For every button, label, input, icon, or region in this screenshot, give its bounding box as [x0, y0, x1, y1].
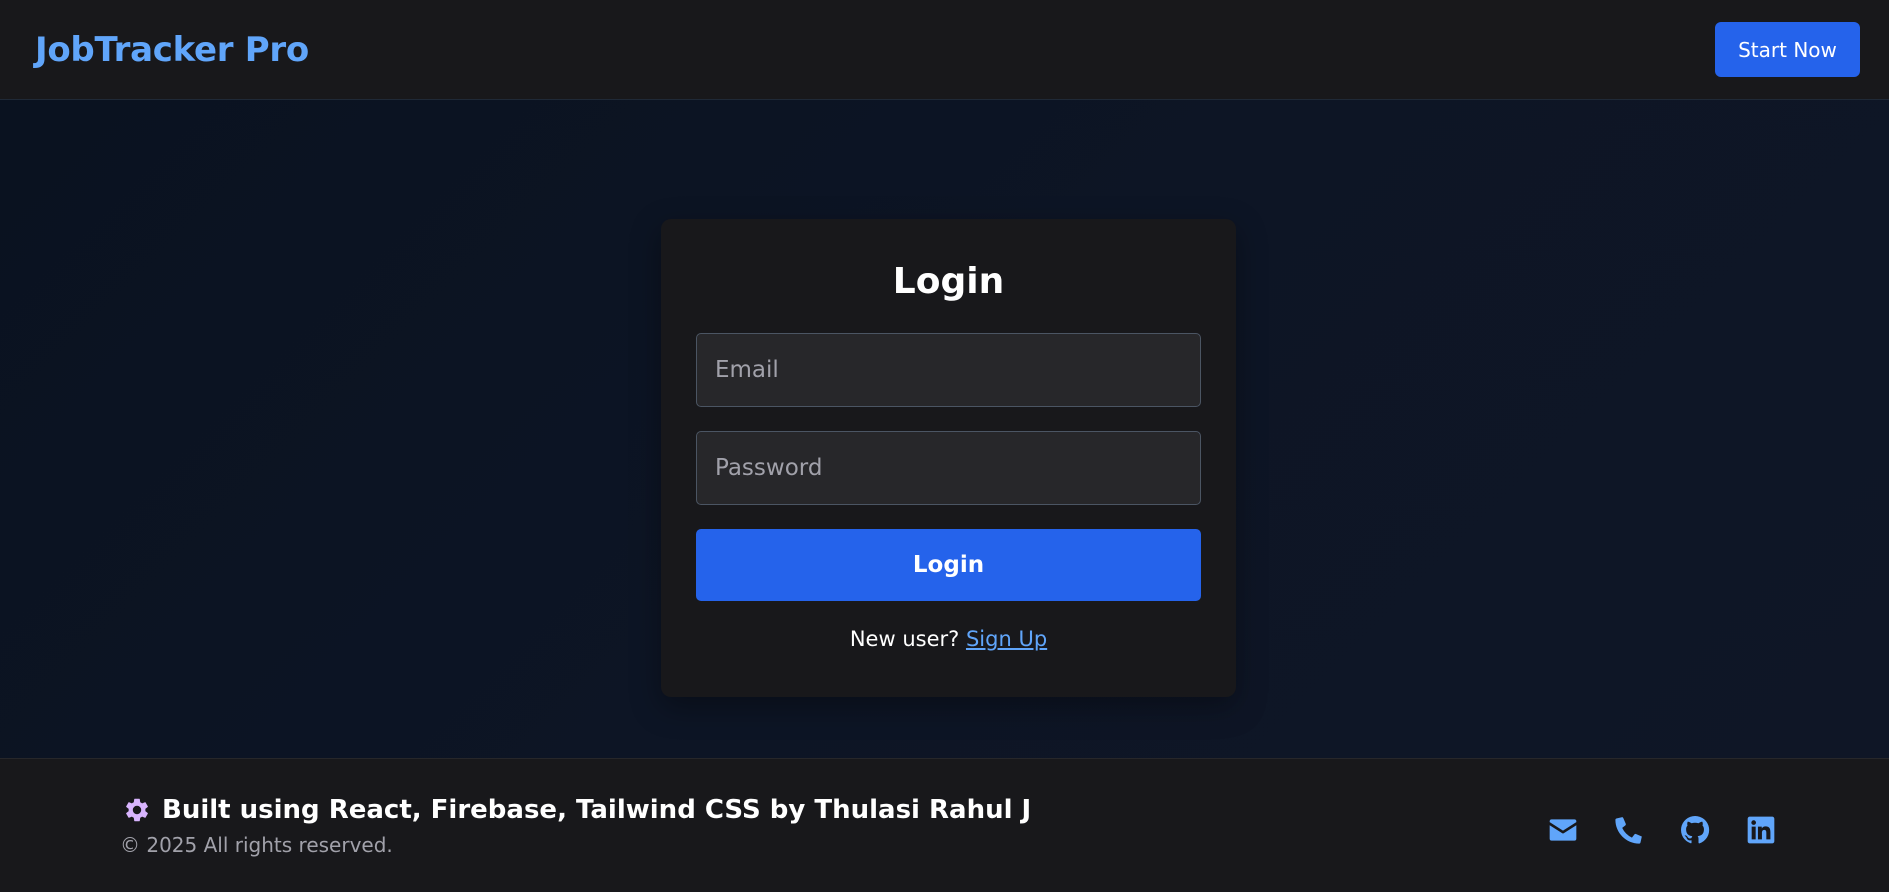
- footer-info: Built using React, Firebase, Tailwind CS…: [120, 795, 1031, 857]
- login-card: Login Login New user? Sign Up: [661, 219, 1236, 697]
- page: JobTracker Pro Start Now Login Login New…: [0, 0, 1889, 892]
- built-with-line: Built using React, Firebase, Tailwind CS…: [122, 795, 1031, 825]
- brand-logo[interactable]: JobTracker Pro: [35, 30, 309, 70]
- phone-icon[interactable]: [1613, 814, 1645, 846]
- github-icon[interactable]: [1679, 814, 1711, 846]
- password-field[interactable]: [696, 431, 1201, 505]
- envelope-icon[interactable]: [1547, 814, 1579, 846]
- copyright-text: © 2025 All rights reserved.: [120, 832, 393, 857]
- main-content: Login Login New user? Sign Up: [0, 100, 1889, 758]
- email-field[interactable]: [696, 333, 1201, 407]
- login-title: Login: [892, 261, 1005, 302]
- top-navbar: JobTracker Pro Start Now: [0, 0, 1889, 100]
- signup-prompt: New user? Sign Up: [696, 627, 1201, 651]
- built-with-text: Built using React, Firebase, Tailwind CS…: [162, 794, 1032, 825]
- linkedin-icon[interactable]: [1745, 814, 1777, 846]
- gear-icon: [122, 795, 152, 825]
- footer: Built using React, Firebase, Tailwind CS…: [0, 758, 1889, 892]
- signup-link[interactable]: Sign Up: [966, 627, 1047, 651]
- start-now-button[interactable]: Start Now: [1715, 22, 1860, 77]
- login-button[interactable]: Login: [696, 529, 1201, 601]
- new-user-text: New user?: [849, 627, 960, 651]
- social-links: [1547, 814, 1777, 846]
